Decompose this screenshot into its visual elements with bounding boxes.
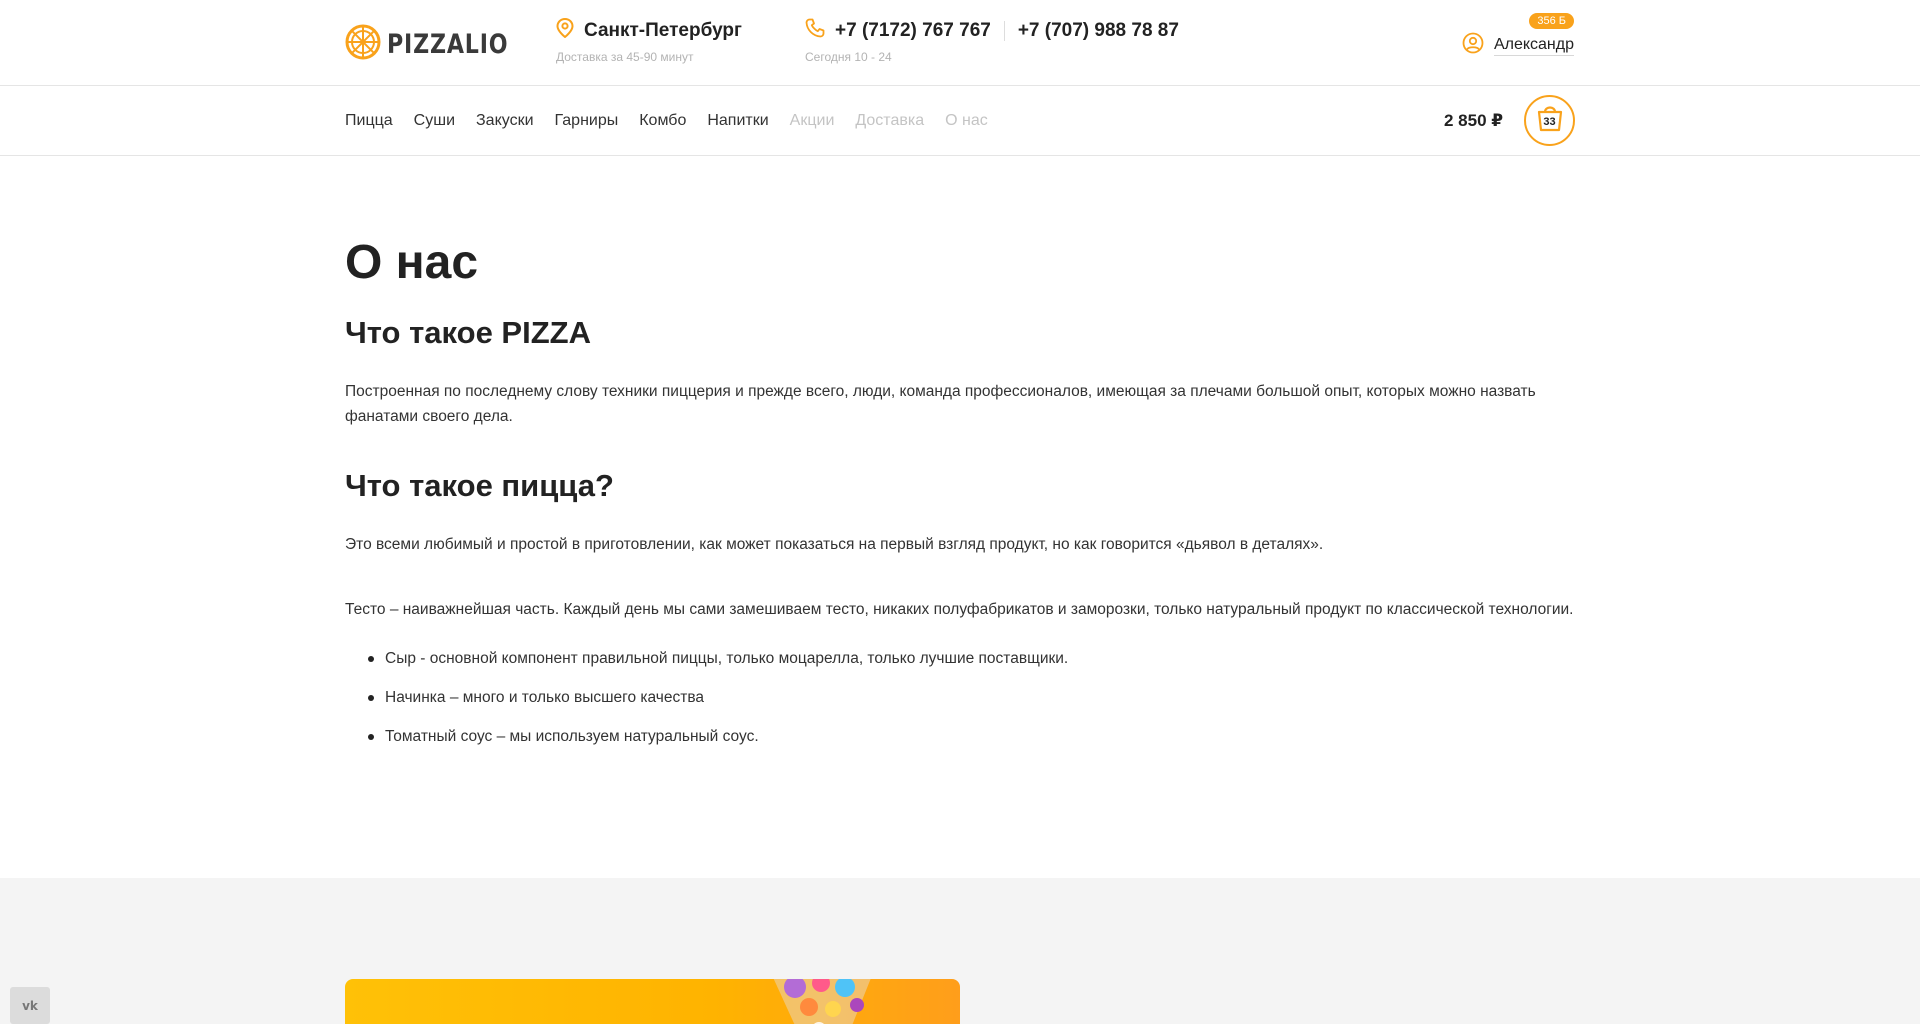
footer-section	[0, 878, 1920, 1024]
cart-button[interactable]: 33	[1524, 95, 1575, 146]
user-name[interactable]: Александр	[1493, 36, 1574, 56]
nav-item-pizza[interactable]: Пицца	[345, 112, 393, 130]
cart-count: 33	[1543, 116, 1556, 128]
phone-number-1[interactable]: +7 (7172) 767 767	[835, 20, 991, 42]
ingredients-list: Сыр - основной компонент правильной пицц…	[345, 649, 1575, 747]
bullet-dot	[368, 734, 374, 741]
bullet-dot	[368, 656, 374, 663]
main-content: О нас Что такое PIZZA Построенная по пос…	[345, 156, 1575, 766]
bullet-dot	[368, 695, 374, 702]
vk-social-button[interactable]: vk	[10, 987, 50, 1024]
location-pin-icon	[556, 17, 574, 43]
logo-text: PIZZALIO	[387, 29, 509, 60]
section-heading-pizza: Что такое PIZZA	[345, 314, 591, 350]
bonus-badge: 356 Б	[1529, 13, 1574, 29]
nav-item-delivery[interactable]: Доставка	[855, 112, 924, 130]
section-heading-what-is-pizza: Что такое пицца?	[345, 467, 614, 503]
page-title: О нас	[345, 236, 479, 289]
nav-item-sides[interactable]: Гарниры	[555, 112, 619, 130]
list-item: Начинка – много и только высшего качеств…	[345, 688, 1575, 708]
city-name[interactable]: Санкт-Петербург	[584, 20, 742, 42]
nav-item-sushi[interactable]: Суши	[414, 112, 455, 130]
nav-item-combo[interactable]: Комбо	[639, 112, 686, 130]
promo-banner[interactable]	[345, 979, 960, 1024]
section-text-what-is-pizza: Это всеми любимый и простой в приготовле…	[345, 536, 1324, 554]
top-header: PIZZALIO Санкт-Петербург Доставка за 45-…	[0, 0, 1920, 86]
main-navigation: Пицца Суши Закуски Гарниры Комбо Напитки…	[0, 86, 1920, 156]
list-item-text: Сыр - основной компонент правильной пицц…	[385, 650, 1069, 668]
list-item-text: Начинка – много и только высшего качеств…	[385, 689, 705, 707]
phone-icon	[805, 18, 825, 43]
nav-item-promotions[interactable]: Акции	[790, 112, 835, 130]
list-item: Сыр - основной компонент правильной пицц…	[345, 649, 1575, 669]
user-circle-icon	[1462, 32, 1484, 59]
user-account[interactable]: Александр	[1462, 32, 1574, 59]
nav-item-about[interactable]: О нас	[945, 112, 988, 130]
phone-divider	[1003, 20, 1005, 41]
pizza-logo-icon	[345, 24, 381, 65]
phone-number-2[interactable]: +7 (707) 988 78 87	[1018, 20, 1179, 42]
promo-decoration-image	[773, 979, 871, 1024]
nav-item-drinks[interactable]: Напитки	[707, 112, 768, 130]
vk-icon: vk	[22, 998, 38, 1013]
list-item: Томатный соус – мы используем натуральны…	[345, 727, 1575, 747]
nav-menu: Пицца Суши Закуски Гарниры Комбо Напитки…	[345, 112, 1009, 130]
city-selector[interactable]: Санкт-Петербург Доставка за 45-90 минут	[556, 17, 742, 64]
list-item-text: Томатный соус – мы используем натуральны…	[385, 728, 759, 746]
hours-note: Сегодня 10 - 24	[805, 50, 892, 64]
section-text-pizza: Построенная по последнему слову техники …	[345, 382, 1536, 425]
delivery-note: Доставка за 45-90 минут	[556, 50, 694, 64]
phone-block: +7 (7172) 767 767 +7 (707) 988 78 87 Сег…	[805, 18, 1179, 64]
logo[interactable]: PIZZALIO	[345, 24, 535, 65]
cart-total[interactable]: 2 850 ₽	[1444, 111, 1503, 131]
dough-text: Тесто – наиважнейшая часть. Каждый день …	[345, 601, 1574, 619]
nav-item-snacks[interactable]: Закуски	[476, 112, 534, 130]
